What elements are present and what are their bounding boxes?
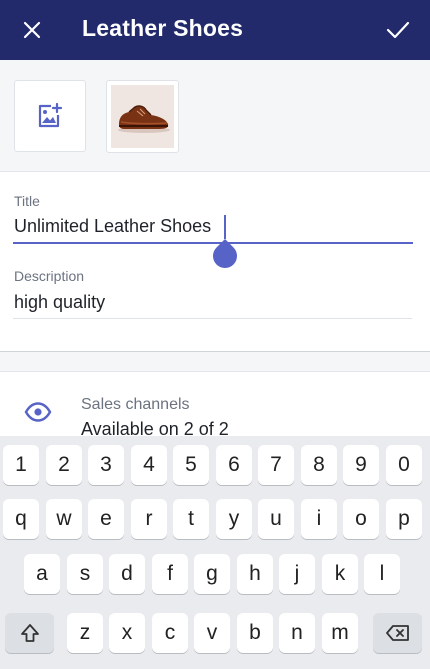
key-5[interactable]: 5 [173, 445, 209, 485]
key-e[interactable]: e [88, 499, 124, 539]
key-m[interactable]: m [322, 613, 358, 653]
key-k[interactable]: k [322, 554, 358, 594]
key-y[interactable]: y [216, 499, 252, 539]
check-icon [386, 21, 410, 39]
key-j[interactable]: j [279, 554, 315, 594]
key-3[interactable]: 3 [88, 445, 124, 485]
backspace-key[interactable] [373, 613, 422, 653]
key-1[interactable]: 1 [3, 445, 39, 485]
app-bar: Leather Shoes [0, 0, 430, 60]
key-z[interactable]: z [67, 613, 103, 653]
title-field[interactable]: Unlimited Leather Shoes [14, 216, 211, 237]
key-l[interactable]: l [364, 554, 400, 594]
key-8[interactable]: 8 [301, 445, 337, 485]
product-details-form: Title Unlimited Leather Shoes Descriptio… [0, 171, 430, 352]
key-x[interactable]: x [109, 613, 145, 653]
product-image-thumbnail[interactable] [106, 80, 179, 153]
description-label: Description [14, 268, 85, 284]
key-q[interactable]: q [3, 499, 39, 539]
key-o[interactable]: o [343, 499, 379, 539]
key-g[interactable]: g [194, 554, 230, 594]
media-section [0, 60, 430, 170]
key-r[interactable]: r [131, 499, 167, 539]
shift-icon [20, 624, 39, 642]
title-label: Title [14, 193, 40, 209]
key-d[interactable]: d [109, 554, 145, 594]
eye-icon [24, 402, 52, 422]
title-field-underline [13, 242, 413, 244]
key-7[interactable]: 7 [258, 445, 294, 485]
key-c[interactable]: c [152, 613, 188, 653]
shift-key[interactable] [5, 613, 54, 653]
description-field[interactable]: high quality [14, 292, 105, 313]
key-u[interactable]: u [258, 499, 294, 539]
key-f[interactable]: f [152, 554, 188, 594]
key-v[interactable]: v [194, 613, 230, 653]
save-button[interactable] [378, 10, 418, 50]
key-t[interactable]: t [173, 499, 209, 539]
cursor-handle[interactable] [208, 239, 242, 273]
key-s[interactable]: s [67, 554, 103, 594]
on-screen-keyboard: 1 2 3 4 5 6 7 8 9 0 q w e r t y u i o p … [0, 436, 430, 669]
key-a[interactable]: a [24, 554, 60, 594]
key-0[interactable]: 0 [386, 445, 422, 485]
key-6[interactable]: 6 [216, 445, 252, 485]
key-p[interactable]: p [386, 499, 422, 539]
close-button[interactable] [14, 12, 50, 48]
sales-channels-row[interactable]: Sales channels Available on 2 of 2 [0, 371, 430, 441]
add-image-icon [38, 103, 63, 128]
key-4[interactable]: 4 [131, 445, 167, 485]
page-title: Leather Shoes [82, 15, 244, 41]
text-cursor [224, 215, 226, 239]
sales-channels-label: Sales channels [81, 396, 190, 413]
key-h[interactable]: h [237, 554, 273, 594]
key-n[interactable]: n [279, 613, 315, 653]
product-edit-screen: Leather Shoes Title Unlimited Leather Sh… [0, 0, 430, 669]
key-9[interactable]: 9 [343, 445, 379, 485]
key-b[interactable]: b [237, 613, 273, 653]
backspace-icon [385, 625, 409, 641]
description-field-underline [13, 318, 412, 319]
key-2[interactable]: 2 [46, 445, 82, 485]
leather-shoe-image [111, 85, 174, 148]
close-icon [23, 21, 41, 39]
add-image-button[interactable] [14, 80, 86, 152]
key-w[interactable]: w [46, 499, 82, 539]
key-i[interactable]: i [301, 499, 337, 539]
